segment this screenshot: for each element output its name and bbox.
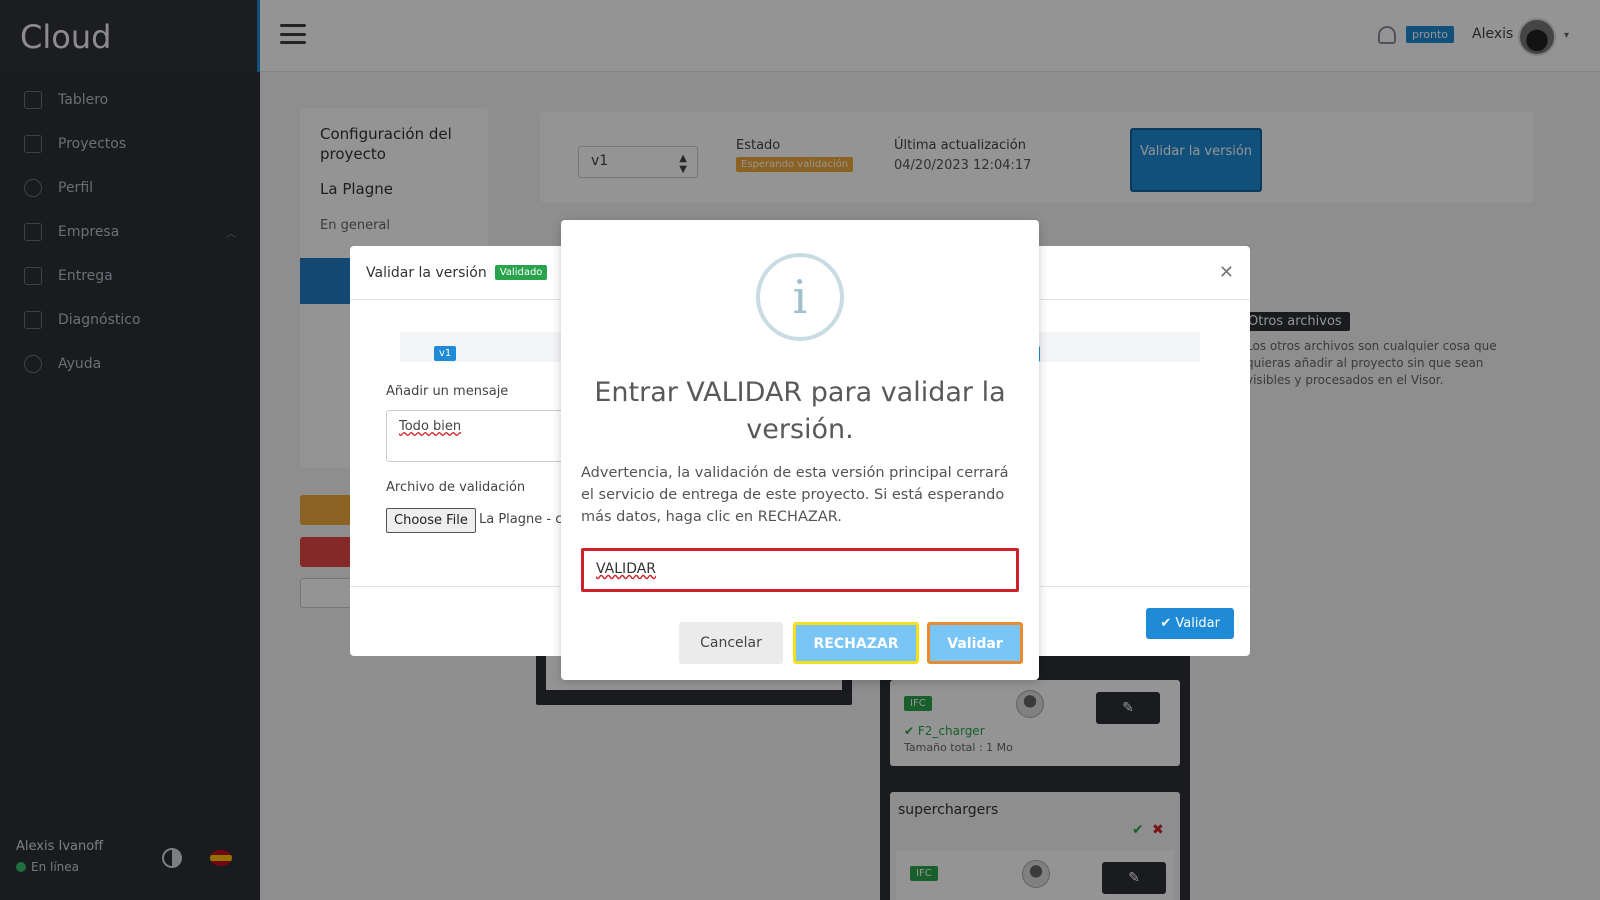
message-label: Añadir un mensaje bbox=[386, 384, 509, 399]
validated-badge: Validado bbox=[494, 265, 548, 280]
check-icon: ✔ bbox=[1160, 616, 1176, 631]
chosen-file-name: La Plagne - c bbox=[479, 512, 563, 527]
dialog-warning-text: Advertencia, la validación de esta versi… bbox=[581, 465, 1009, 525]
modal-title: Validar la versión bbox=[366, 264, 487, 281]
info-icon: i bbox=[756, 253, 844, 341]
message-value: Todo bien bbox=[399, 419, 462, 434]
dialog-title: Entrar VALIDAR para validar la versión. bbox=[594, 377, 1006, 445]
cancel-button[interactable]: Cancelar bbox=[679, 622, 783, 664]
submit-validate-button[interactable]: ✔ Validar bbox=[1146, 608, 1234, 639]
version-badge: v1 bbox=[434, 346, 457, 361]
confirm-input-value: VALIDAR bbox=[596, 561, 657, 577]
confirm-validate-button[interactable]: Validar bbox=[927, 622, 1023, 664]
close-icon[interactable]: ✕ bbox=[1219, 262, 1234, 283]
file-label: Archivo de validación bbox=[386, 480, 526, 495]
reject-button[interactable]: RECHAZAR bbox=[793, 622, 919, 664]
choose-file-button[interactable]: Choose File bbox=[386, 508, 476, 533]
confirm-dialog: i Entrar VALIDAR para validar la versión… bbox=[561, 220, 1039, 680]
confirm-text-input[interactable]: VALIDAR bbox=[581, 548, 1019, 592]
